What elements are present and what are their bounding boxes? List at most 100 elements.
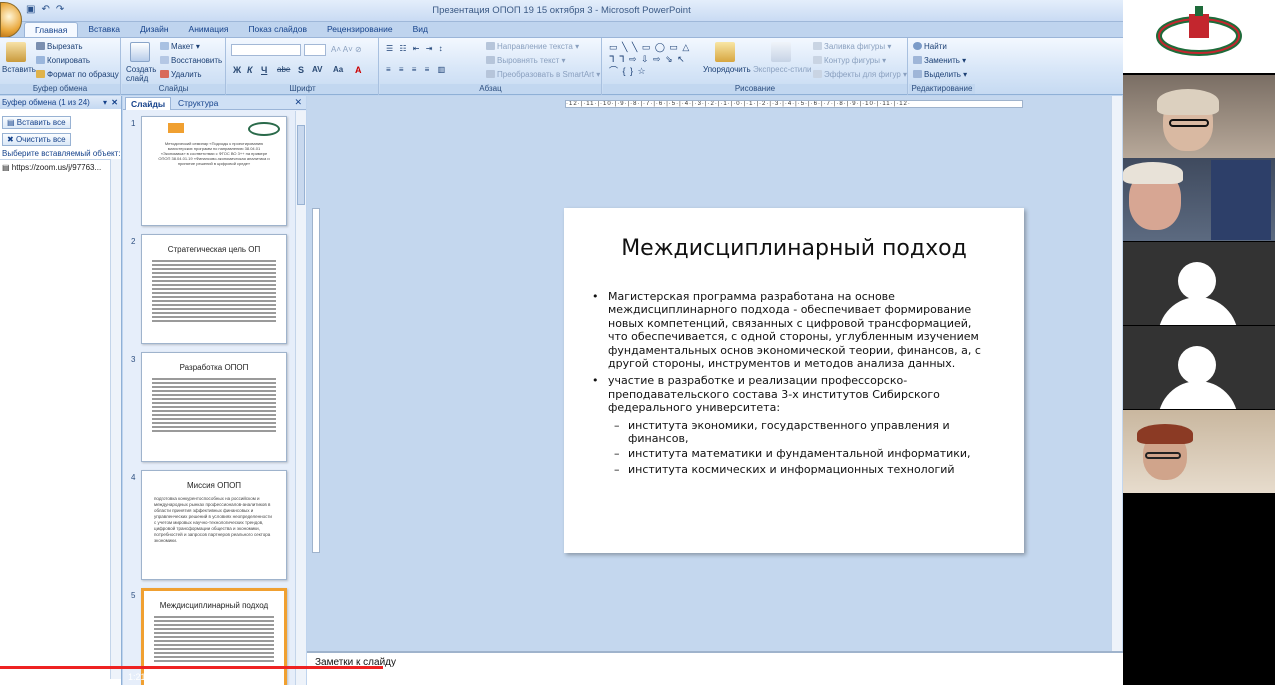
scissors-icon	[36, 42, 45, 50]
slide-editing-area: ·12·|·11·|·10·|·9·|·8·|·7·|·6·|·5·|·4·|·…	[307, 96, 1123, 651]
font-color-button[interactable]: A	[355, 65, 362, 75]
shape-fill-button[interactable]: Заливка фигуры ▾	[813, 42, 891, 51]
shape-effects-button[interactable]: Эффекты для фигур ▾	[813, 70, 907, 79]
brush-icon	[36, 70, 45, 78]
shadow-button[interactable]: S	[298, 65, 304, 75]
font-size-combo[interactable]	[304, 44, 326, 56]
bold-button[interactable]: Ж	[233, 65, 241, 75]
change-case-button[interactable]: Aa	[333, 65, 343, 74]
slide-thumbnail-1[interactable]: Методический семинар «Подходы к проектир…	[141, 116, 287, 226]
find-button[interactable]: Найти	[913, 42, 947, 51]
replace-button[interactable]: Заменить ▾	[913, 56, 966, 65]
new-slide-button[interactable]: Создать слайд	[126, 65, 156, 83]
participant-video-1[interactable]	[1123, 75, 1275, 158]
clipboard-prompt: Выберите вставляемый объект:	[2, 149, 121, 158]
tab-outline[interactable]: Структура	[173, 97, 223, 110]
participant-video-3[interactable]	[1123, 410, 1275, 493]
format-painter-button[interactable]: Формат по образцу	[36, 70, 119, 79]
clear-all-icon: ✖	[7, 135, 16, 144]
glasses-icon	[1169, 119, 1209, 127]
editor-scrollbar[interactable]	[1111, 96, 1122, 651]
tab-insert[interactable]: Вставка	[78, 22, 130, 37]
slides-group: Создать слайд Макет ▾ Восстановить Удали…	[122, 38, 226, 95]
shapes-gallery[interactable]: ▭ ╲ ╲ ▭ ◯ ▭ △ ᒣ ᒣ ⇨ ⇩ ⇨ ⇘ ↖ ⌒ { } ☆	[609, 41, 695, 77]
reset-label: Восстановить	[171, 56, 223, 65]
align-text-button[interactable]: Выровнять текст ▾	[486, 56, 566, 65]
fill-bucket-icon	[813, 42, 822, 50]
clear-all-button[interactable]: ✖ Очистить все	[2, 133, 71, 146]
tab-view[interactable]: Вид	[403, 22, 438, 37]
select-button[interactable]: Выделить ▾	[913, 70, 967, 79]
quick-styles-button[interactable]: Экспресс-стили	[753, 65, 812, 74]
paste-all-button[interactable]: ▤ Вставить все	[2, 116, 71, 129]
text-direction-button[interactable]: Направление текста ▾	[486, 42, 579, 51]
volume-icon[interactable]: 🔈︎	[98, 672, 104, 683]
slide-thumbnail-3[interactable]: Разработка ОПОП	[141, 352, 287, 462]
paste-all-icon: ▤	[7, 118, 17, 127]
group-label-clipboard: Буфер обмена	[0, 84, 120, 94]
strikethrough-button[interactable]: abe	[277, 65, 290, 74]
quick-styles-icon[interactable]	[771, 42, 791, 62]
arrange-icon[interactable]	[715, 42, 735, 62]
copy-button[interactable]: Копировать	[36, 56, 90, 65]
close-icon[interactable]: ✕	[111, 96, 118, 109]
tab-home[interactable]: Главная	[24, 22, 79, 37]
pane-menu-icon[interactable]: ▾	[103, 96, 107, 109]
slide-thumbnail-4[interactable]: Миссия ОПОП подготовка конкурентоспособн…	[141, 470, 287, 580]
clipboard-list: ▤ https://zoom.us/j/97763...	[0, 159, 110, 679]
list-buttons-icon[interactable]: ☰ ☷ ⇤ ⇥ ↕	[386, 44, 445, 53]
sub-bullet-item: института математики и фундаментальной и…	[592, 447, 992, 461]
participant-avatar-1[interactable]	[1123, 242, 1275, 325]
video-progress-bar[interactable]	[0, 666, 1275, 669]
thumb-text-lines	[142, 378, 286, 432]
ribbon-tabs: Главная Вставка Дизайн Анимация Показ сл…	[24, 22, 438, 37]
bullet-item: Магистерская программа разработана на ос…	[592, 290, 992, 370]
tab-review[interactable]: Рецензирование	[317, 22, 403, 37]
layout-label: Макет	[171, 42, 194, 51]
play-icon[interactable]: ▶	[14, 672, 22, 683]
tab-animation[interactable]: Анимация	[179, 22, 239, 37]
clipboard-group: Вставить Вырезать Копировать Формат по о…	[0, 38, 121, 95]
scroll-thumb[interactable]	[297, 125, 305, 205]
thumb-title: Разработка ОПОП	[179, 363, 249, 372]
paste-icon[interactable]	[6, 42, 26, 62]
group-label-paragraph: Абзац	[380, 84, 601, 94]
thumb-number: 1	[131, 119, 136, 128]
reset-button[interactable]: Восстановить	[160, 56, 222, 65]
tab-design[interactable]: Дизайн	[130, 22, 179, 37]
arrange-button[interactable]: Упорядочить	[703, 65, 751, 74]
spacing-button[interactable]: AV	[312, 65, 323, 74]
grow-font-icon[interactable]: A˄ A˅ ⊘	[331, 45, 362, 54]
close-icon[interactable]: ✕	[294, 97, 302, 108]
participant-hair	[1137, 424, 1193, 444]
new-slide-icon[interactable]	[130, 42, 150, 62]
clipboard-pane-header: Буфер обмена (1 из 24) ▾ ✕	[0, 96, 121, 109]
logo-icon	[168, 123, 184, 133]
slide-title[interactable]: Междисциплинарный подход	[564, 236, 1024, 261]
underline-button[interactable]: Ч	[261, 65, 267, 75]
clipboard-item[interactable]: ▤ https://zoom.us/j/97763...	[0, 160, 110, 175]
tab-slideshow[interactable]: Показ слайдов	[238, 22, 317, 37]
shape-outline-button[interactable]: Контур фигуры ▾	[813, 56, 886, 65]
align-buttons-icon[interactable]: ≡ ≡ ≡ ≡ ▥	[386, 65, 448, 74]
clipboard-pane: Буфер обмена (1 из 24) ▾ ✕ ▤ Вставить вс…	[0, 96, 122, 685]
user-avatar-body	[1158, 381, 1238, 409]
layout-button[interactable]: Макет ▾	[160, 42, 200, 51]
current-slide[interactable]: Междисциплинарный подход Магистерская пр…	[564, 208, 1024, 553]
group-label-drawing: Рисование	[603, 84, 907, 94]
next-icon[interactable]: ⏭	[58, 672, 67, 683]
italic-button[interactable]: К	[247, 65, 253, 75]
slide-thumbnail-2[interactable]: Стратегическая цель ОП	[141, 234, 287, 344]
font-family-combo[interactable]	[231, 44, 301, 56]
cut-button[interactable]: Вырезать	[36, 42, 83, 51]
participant-video-2[interactable]	[1123, 158, 1275, 241]
tab-slides[interactable]: Слайды	[125, 97, 172, 110]
smartart-button[interactable]: Преобразовать в SmartArt ▾	[486, 70, 600, 79]
paste-button[interactable]: Вставить	[2, 65, 36, 74]
slide-body[interactable]: Магистерская программа разработана на ос…	[592, 290, 992, 478]
clipboard-scrollbar[interactable]	[110, 159, 121, 679]
delete-slide-button[interactable]: Удалить	[160, 70, 202, 79]
thumbnails-scrollbar[interactable]	[295, 111, 306, 685]
binoculars-icon	[913, 42, 922, 50]
participant-avatar-2[interactable]	[1123, 326, 1275, 409]
